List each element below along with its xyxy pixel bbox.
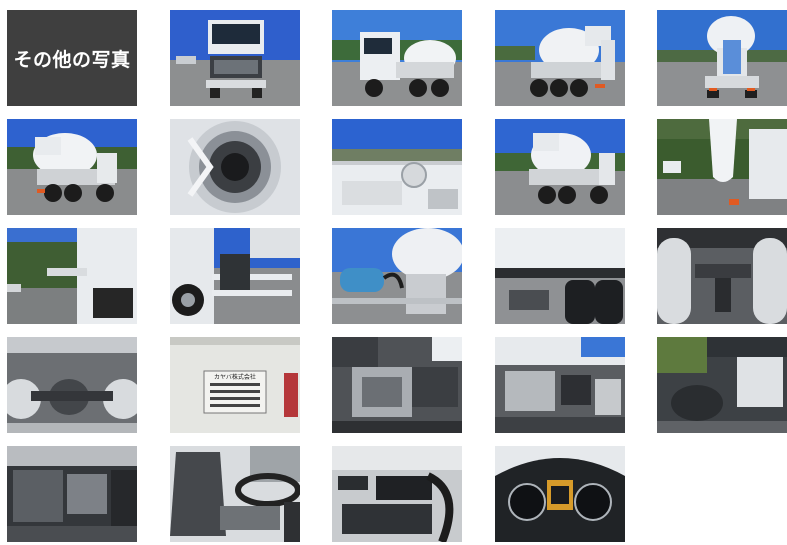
thumbnail-truck-rear-right-view-2[interactable] [494, 119, 625, 215]
thumbnail-engine-components-view[interactable] [494, 337, 625, 433]
thumbnail-drum-logo-closeup[interactable] [332, 119, 462, 215]
thumbnail-manufacturer-plate-view[interactable]: カヤバ株式会社 [169, 337, 300, 433]
thumbnail-drum-interior-view[interactable] [169, 119, 300, 215]
thumbnail-chute-closeup[interactable] [657, 119, 787, 215]
other-photos-label: その他の写真 [7, 10, 137, 106]
thumbnail-truck-side-tank-view[interactable] [7, 228, 137, 324]
photo-gallery: その他の写真 カヤバ株式会社 [7, 10, 787, 542]
thumbnail-undercarriage-differential-view[interactable] [7, 337, 137, 433]
thumbnail-truck-front-view[interactable] [169, 10, 300, 106]
plate-text: カヤバ株式会社 [214, 373, 256, 381]
thumbnail-engine-detail-view[interactable] [7, 446, 137, 542]
thumbnail-driver-seat-view[interactable] [169, 446, 300, 542]
thumbnail-engine-top-view[interactable] [657, 337, 787, 433]
thumbnail-dashboard-center-view[interactable] [332, 446, 462, 542]
empty-slot [657, 446, 787, 542]
thumbnail-truck-rear-view[interactable] [657, 10, 787, 106]
thumbnail-undercarriage-axles-view[interactable] [657, 228, 787, 324]
thumbnail-truck-front-left-view[interactable] [332, 10, 462, 106]
thumbnail-truck-side-step-view[interactable] [169, 228, 300, 324]
thumbnail-truck-rear-right-view[interactable] [494, 10, 625, 106]
thumbnail-chassis-wheels-view[interactable] [494, 228, 625, 324]
thumbnail-instrument-cluster-view[interactable] [494, 446, 625, 542]
thumbnail-water-tank-view[interactable] [332, 228, 462, 324]
other-photos-label-text: その他の写真 [13, 48, 131, 71]
thumbnail-truck-rear-left-view[interactable] [7, 119, 137, 215]
thumbnail-engine-bay-view[interactable] [332, 337, 462, 433]
